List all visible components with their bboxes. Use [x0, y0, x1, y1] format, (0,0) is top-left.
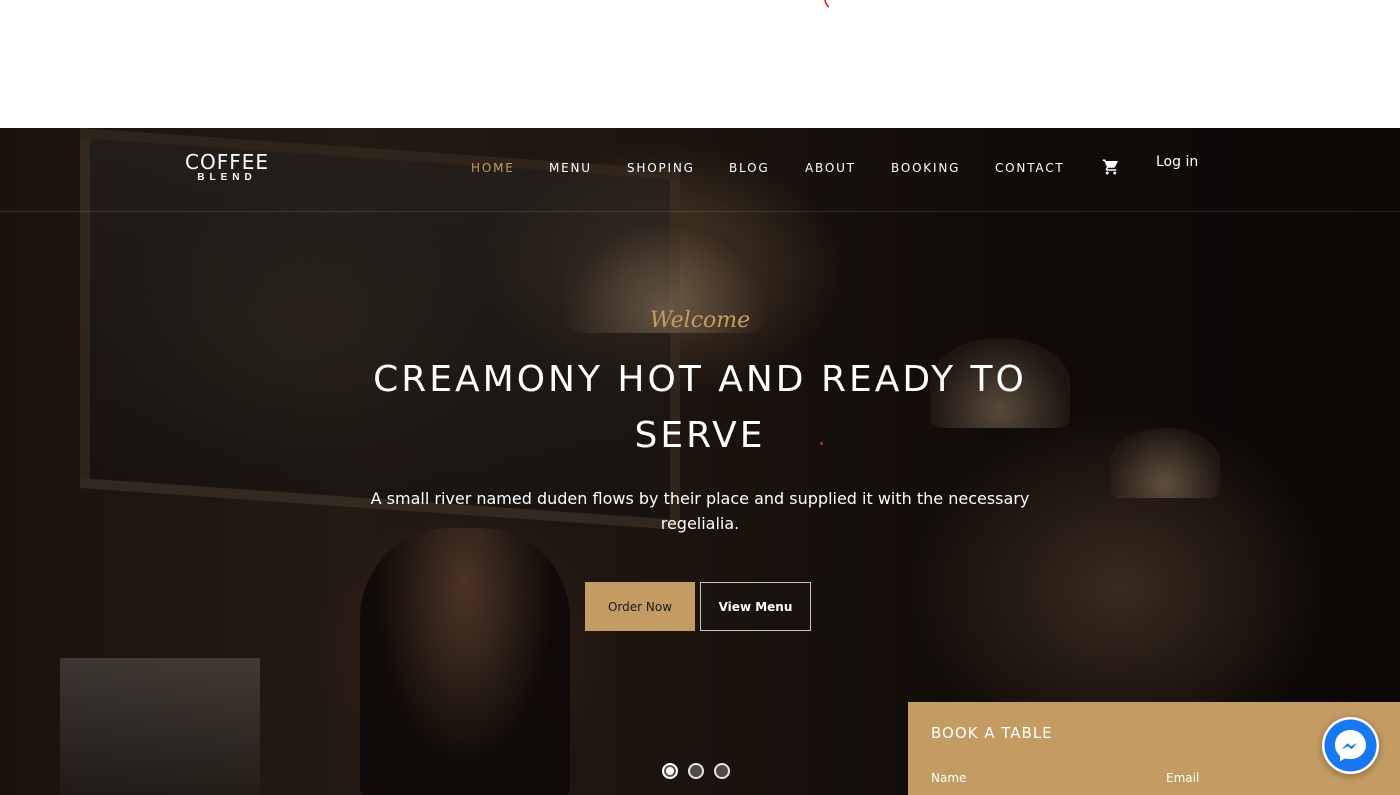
hero-subtext: A small river named duden flows by their… — [370, 489, 1030, 533]
brand-logo-line2: BLEND — [197, 172, 257, 183]
messenger-chat-button[interactable] — [1322, 717, 1379, 774]
loading-spinner-icon — [824, 0, 830, 8]
view-menu-button[interactable]: View Menu — [700, 582, 811, 631]
slider-dot-2[interactable] — [688, 763, 704, 779]
red-dot-mark — [820, 442, 823, 445]
nav-item-contact[interactable]: CONTACT — [995, 161, 1065, 175]
page-top-blank-area — [0, 0, 1400, 128]
login-link[interactable]: Log in — [1156, 154, 1198, 170]
brand-logo-line1: COFFEE — [185, 150, 269, 174]
main-navbar: COFFEE BLEND HOME MENU SHOPING BLOG ABOU… — [0, 128, 1400, 212]
slider-pagination — [662, 763, 730, 779]
nav-item-menu[interactable]: MENU — [549, 161, 592, 175]
slider-dot-1[interactable] — [662, 763, 678, 779]
nav-item-about[interactable]: ABOUT — [805, 161, 856, 175]
hero-headline: CREAMONY HOT AND READY TO SERVE — [373, 359, 1027, 456]
name-field-label: Name — [931, 771, 967, 785]
order-now-button[interactable]: Order Now — [585, 582, 695, 631]
book-table-title: BOOK A TABLE — [931, 724, 1053, 742]
nav-item-shoping[interactable]: SHOPING — [627, 161, 695, 175]
nav-item-home[interactable]: HOME — [471, 161, 515, 175]
slider-dot-3[interactable] — [714, 763, 730, 779]
messenger-icon — [1324, 719, 1377, 772]
nav-item-blog[interactable]: BLOG — [729, 161, 769, 175]
nav-item-booking[interactable]: BOOKING — [891, 161, 960, 175]
hero-section: COFFEE BLEND HOME MENU SHOPING BLOG ABOU… — [0, 128, 1400, 795]
hero-welcome-script: Welcome — [649, 308, 751, 333]
email-field-label: Email — [1166, 771, 1200, 785]
brand-logo[interactable]: COFFEE BLEND — [185, 152, 269, 184]
shopping-cart-icon[interactable] — [1102, 158, 1120, 176]
